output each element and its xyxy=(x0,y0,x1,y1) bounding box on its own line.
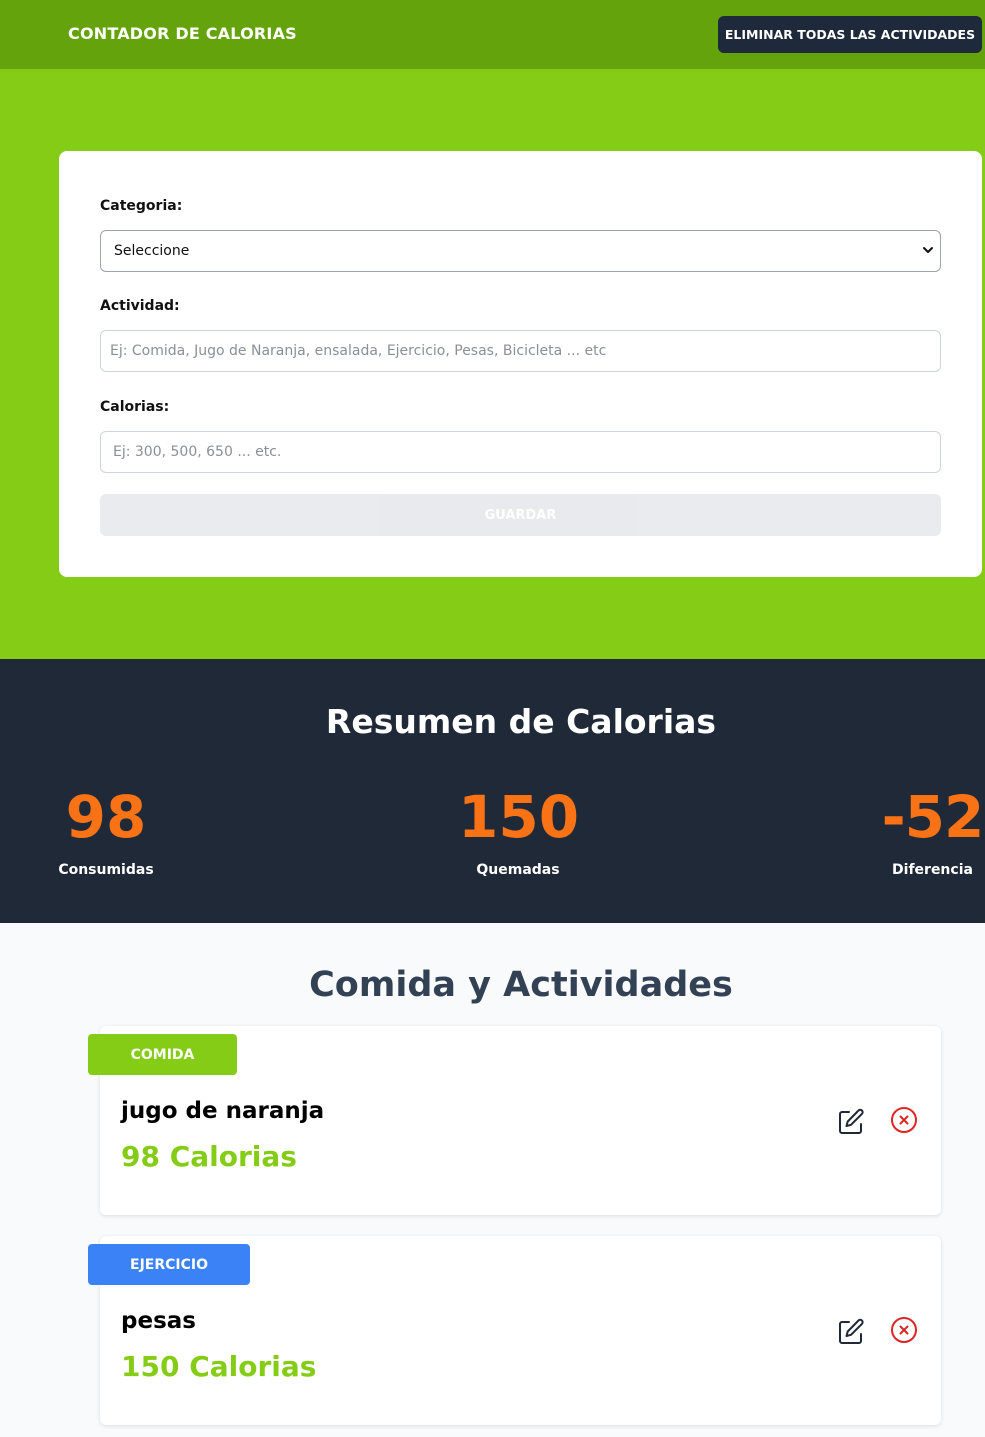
app-title: CONTADOR DE CALORIAS xyxy=(68,24,297,43)
delete-icon[interactable] xyxy=(887,1315,921,1349)
form-section: Categoria: Seleccione Actividad: Caloria… xyxy=(0,69,985,659)
burned-stat: 150 Quemadas xyxy=(458,783,580,878)
burned-label: Quemadas xyxy=(476,862,560,878)
edit-icon[interactable] xyxy=(834,1315,868,1349)
app-header: CONTADOR DE CALORIAS ELIMINAR TODAS LAS … xyxy=(0,0,985,69)
category-select-value: Seleccione xyxy=(114,243,190,259)
calories-input[interactable] xyxy=(100,431,941,473)
consumed-value: 98 xyxy=(65,783,147,851)
activity-label: Actividad: xyxy=(100,298,180,314)
activity-form: Categoria: Seleccione Actividad: Caloria… xyxy=(59,151,982,577)
difference-label: Diferencia xyxy=(892,862,973,878)
calories-label: Calorias: xyxy=(100,399,170,415)
save-button[interactable]: GUARDAR xyxy=(100,494,941,536)
category-badge: COMIDA xyxy=(88,1034,237,1075)
activity-name: jugo de naranja xyxy=(121,1098,325,1124)
category-select[interactable]: Seleccione xyxy=(100,230,941,272)
burned-value: 150 xyxy=(458,783,580,851)
difference-value: -52 xyxy=(881,783,985,851)
edit-icon[interactable] xyxy=(834,1105,868,1139)
consumed-stat: 98 Consumidas xyxy=(46,784,166,878)
chevron-down-icon xyxy=(923,247,933,253)
activities-title: Comida y Actividades xyxy=(309,965,733,1005)
category-label: Categoria: xyxy=(100,198,183,214)
consumed-label: Consumidas xyxy=(58,862,154,878)
activity-calories: 150 Calorias xyxy=(121,1350,317,1383)
activity-calories: 98 Calorias xyxy=(121,1140,297,1173)
activity-name: pesas xyxy=(121,1308,196,1334)
activity-card: COMIDA jugo de naranja 98 Calorias xyxy=(88,1026,941,1215)
activity-card: EJERCICIO pesas 150 Calorias xyxy=(88,1236,941,1425)
difference-stat: -52 Diferencia xyxy=(880,784,985,878)
category-badge: EJERCICIO xyxy=(88,1244,250,1285)
delete-icon[interactable] xyxy=(887,1105,921,1139)
summary-title: Resumen de Calorias xyxy=(325,702,717,741)
clear-all-button[interactable]: ELIMINAR TODAS LAS ACTIVIDADES xyxy=(718,16,982,53)
calorie-summary: Resumen de Calorias 98 Consumidas 150 Qu… xyxy=(0,659,985,923)
activity-input[interactable] xyxy=(100,330,941,372)
